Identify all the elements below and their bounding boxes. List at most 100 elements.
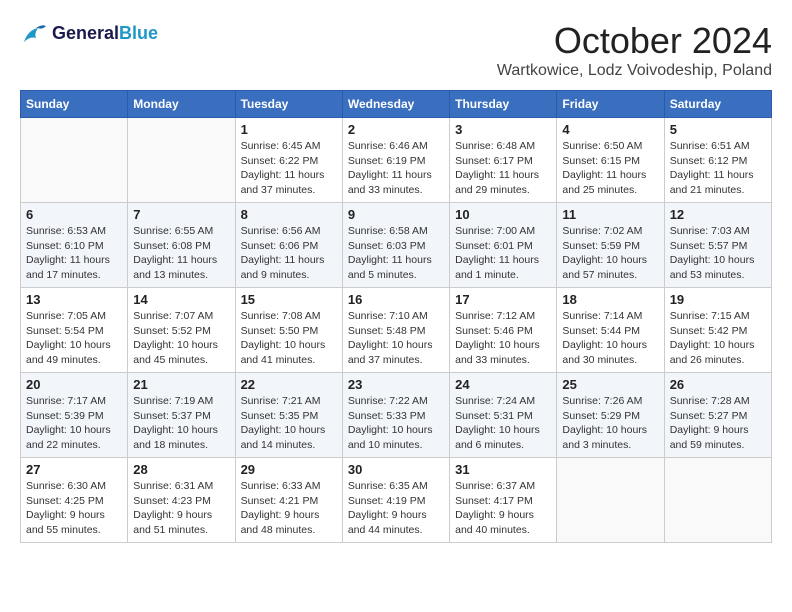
day-number: 25 [562, 377, 658, 392]
day-number: 10 [455, 207, 551, 222]
calendar-cell: 31 Sunrise: 6:37 AMSunset: 4:17 PMDayligh… [450, 458, 557, 543]
col-header-tuesday: Tuesday [235, 91, 342, 118]
calendar-cell: 26 Sunrise: 7:28 AMSunset: 5:27 PMDayligh… [664, 373, 771, 458]
day-number: 28 [133, 462, 229, 477]
day-number: 6 [26, 207, 122, 222]
day-info: Sunrise: 6:56 AMSunset: 6:06 PMDaylight:… [241, 224, 337, 283]
day-info: Sunrise: 7:03 AMSunset: 5:57 PMDaylight:… [670, 224, 766, 283]
day-info: Sunrise: 7:17 AMSunset: 5:39 PMDaylight:… [26, 394, 122, 453]
day-info: Sunrise: 6:35 AMSunset: 4:19 PMDaylight:… [348, 479, 444, 538]
calendar-cell: 28 Sunrise: 6:31 AMSunset: 4:23 PMDayligh… [128, 458, 235, 543]
day-info: Sunrise: 7:22 AMSunset: 5:33 PMDaylight:… [348, 394, 444, 453]
calendar-cell [664, 458, 771, 543]
day-number: 23 [348, 377, 444, 392]
calendar-cell: 4Sunrise: 6:50 AMSunset: 6:15 PMDaylight… [557, 118, 664, 203]
calendar-cell: 19 Sunrise: 7:15 AMSunset: 5:42 PMDayligh… [664, 288, 771, 373]
calendar-cell: 16Sunrise: 7:10 AMSunset: 5:48 PMDayligh… [342, 288, 449, 373]
day-number: 24 [455, 377, 551, 392]
calendar-cell: 5 Sunrise: 6:51 AMSunset: 6:12 PMDaylight… [664, 118, 771, 203]
day-info: Sunrise: 7:21 AMSunset: 5:35 PMDaylight:… [241, 394, 337, 453]
col-header-saturday: Saturday [664, 91, 771, 118]
calendar-cell: 7Sunrise: 6:55 AMSunset: 6:08 PMDaylight… [128, 203, 235, 288]
day-info: Sunrise: 7:08 AMSunset: 5:50 PMDaylight:… [241, 309, 337, 368]
day-number: 29 [241, 462, 337, 477]
location-title: Wartkowice, Lodz Voivodeship, Poland [497, 62, 772, 80]
calendar-cell: 20 Sunrise: 7:17 AMSunset: 5:39 PMDayligh… [21, 373, 128, 458]
col-header-monday: Monday [128, 91, 235, 118]
day-info: Sunrise: 6:31 AMSunset: 4:23 PMDaylight:… [133, 479, 229, 538]
calendar-cell: 27 Sunrise: 6:30 AMSunset: 4:25 PMDayligh… [21, 458, 128, 543]
day-number: 26 [670, 377, 766, 392]
day-number: 15 [241, 292, 337, 307]
calendar-cell [128, 118, 235, 203]
day-number: 31 [455, 462, 551, 477]
day-number: 27 [26, 462, 122, 477]
calendar-cell: 2 Sunrise: 6:46 AMSunset: 6:19 PMDaylight… [342, 118, 449, 203]
day-number: 19 [670, 292, 766, 307]
day-info: Sunrise: 7:00 AMSunset: 6:01 PMDaylight:… [455, 224, 551, 283]
day-info: Sunrise: 6:45 AMSunset: 6:22 PMDaylight:… [241, 139, 337, 198]
calendar-week-row: 1 Sunrise: 6:45 AMSunset: 6:22 PMDaylight… [21, 118, 772, 203]
day-info: Sunrise: 6:30 AMSunset: 4:25 PMDaylight:… [26, 479, 122, 538]
day-number: 5 [670, 122, 766, 137]
calendar-cell: 18Sunrise: 7:14 AMSunset: 5:44 PMDayligh… [557, 288, 664, 373]
day-number: 4 [562, 122, 658, 137]
logo: GeneralBlue [20, 20, 158, 48]
calendar-cell: 25 Sunrise: 7:26 AMSunset: 5:29 PMDayligh… [557, 373, 664, 458]
calendar-week-row: 6Sunrise: 6:53 AMSunset: 6:10 PMDaylight… [21, 203, 772, 288]
calendar-cell: 8Sunrise: 6:56 AMSunset: 6:06 PMDaylight… [235, 203, 342, 288]
day-info: Sunrise: 6:48 AMSunset: 6:17 PMDaylight:… [455, 139, 551, 198]
day-info: Sunrise: 7:19 AMSunset: 5:37 PMDaylight:… [133, 394, 229, 453]
day-info: Sunrise: 7:12 AMSunset: 5:46 PMDaylight:… [455, 309, 551, 368]
calendar-cell: 30 Sunrise: 6:35 AMSunset: 4:19 PMDayligh… [342, 458, 449, 543]
day-info: Sunrise: 7:15 AMSunset: 5:42 PMDaylight:… [670, 309, 766, 368]
calendar-week-row: 13Sunrise: 7:05 AMSunset: 5:54 PMDayligh… [21, 288, 772, 373]
day-info: Sunrise: 7:26 AMSunset: 5:29 PMDaylight:… [562, 394, 658, 453]
day-info: Sunrise: 6:46 AMSunset: 6:19 PMDaylight:… [348, 139, 444, 198]
calendar-cell: 6Sunrise: 6:53 AMSunset: 6:10 PMDaylight… [21, 203, 128, 288]
day-info: Sunrise: 6:37 AMSunset: 4:17 PMDaylight:… [455, 479, 551, 538]
day-number: 12 [670, 207, 766, 222]
day-info: Sunrise: 7:24 AMSunset: 5:31 PMDaylight:… [455, 394, 551, 453]
day-info: Sunrise: 6:58 AMSunset: 6:03 PMDaylight:… [348, 224, 444, 283]
calendar-table: SundayMondayTuesdayWednesdayThursdayFrid… [20, 90, 772, 543]
calendar-week-row: 27 Sunrise: 6:30 AMSunset: 4:25 PMDayligh… [21, 458, 772, 543]
calendar-cell: 12 Sunrise: 7:03 AMSunset: 5:57 PMDayligh… [664, 203, 771, 288]
col-header-thursday: Thursday [450, 91, 557, 118]
col-header-wednesday: Wednesday [342, 91, 449, 118]
calendar-cell: 9 Sunrise: 6:58 AMSunset: 6:03 PMDaylight… [342, 203, 449, 288]
day-info: Sunrise: 7:10 AMSunset: 5:48 PMDaylight:… [348, 309, 444, 368]
day-number: 30 [348, 462, 444, 477]
day-number: 2 [348, 122, 444, 137]
calendar-cell: 17 Sunrise: 7:12 AMSunset: 5:46 PMDayligh… [450, 288, 557, 373]
logo-text: GeneralBlue [52, 24, 158, 44]
day-number: 9 [348, 207, 444, 222]
calendar-cell: 21Sunrise: 7:19 AMSunset: 5:37 PMDayligh… [128, 373, 235, 458]
day-info: Sunrise: 7:28 AMSunset: 5:27 PMDaylight:… [670, 394, 766, 453]
calendar-cell: 13Sunrise: 7:05 AMSunset: 5:54 PMDayligh… [21, 288, 128, 373]
calendar-cell: 14Sunrise: 7:07 AMSunset: 5:52 PMDayligh… [128, 288, 235, 373]
day-number: 22 [241, 377, 337, 392]
calendar-cell: 29 Sunrise: 6:33 AMSunset: 4:21 PMDayligh… [235, 458, 342, 543]
col-header-sunday: Sunday [21, 91, 128, 118]
day-number: 17 [455, 292, 551, 307]
calendar-cell: 15 Sunrise: 7:08 AMSunset: 5:50 PMDayligh… [235, 288, 342, 373]
day-number: 7 [133, 207, 229, 222]
calendar-week-row: 20 Sunrise: 7:17 AMSunset: 5:39 PMDayligh… [21, 373, 772, 458]
calendar-cell: 22 Sunrise: 7:21 AMSunset: 5:35 PMDayligh… [235, 373, 342, 458]
day-info: Sunrise: 6:33 AMSunset: 4:21 PMDaylight:… [241, 479, 337, 538]
calendar-cell: 23 Sunrise: 7:22 AMSunset: 5:33 PMDayligh… [342, 373, 449, 458]
day-info: Sunrise: 6:51 AMSunset: 6:12 PMDaylight:… [670, 139, 766, 198]
calendar-cell: 11Sunrise: 7:02 AMSunset: 5:59 PMDayligh… [557, 203, 664, 288]
month-title: October 2024 [497, 20, 772, 62]
day-number: 14 [133, 292, 229, 307]
calendar-cell: 10 Sunrise: 7:00 AMSunset: 6:01 PMDayligh… [450, 203, 557, 288]
day-number: 13 [26, 292, 122, 307]
calendar-cell [21, 118, 128, 203]
calendar-cell: 3Sunrise: 6:48 AMSunset: 6:17 PMDaylight… [450, 118, 557, 203]
logo-bird-icon [20, 20, 48, 48]
calendar-header-row: SundayMondayTuesdayWednesdayThursdayFrid… [21, 91, 772, 118]
day-number: 11 [562, 207, 658, 222]
day-number: 20 [26, 377, 122, 392]
day-number: 1 [241, 122, 337, 137]
